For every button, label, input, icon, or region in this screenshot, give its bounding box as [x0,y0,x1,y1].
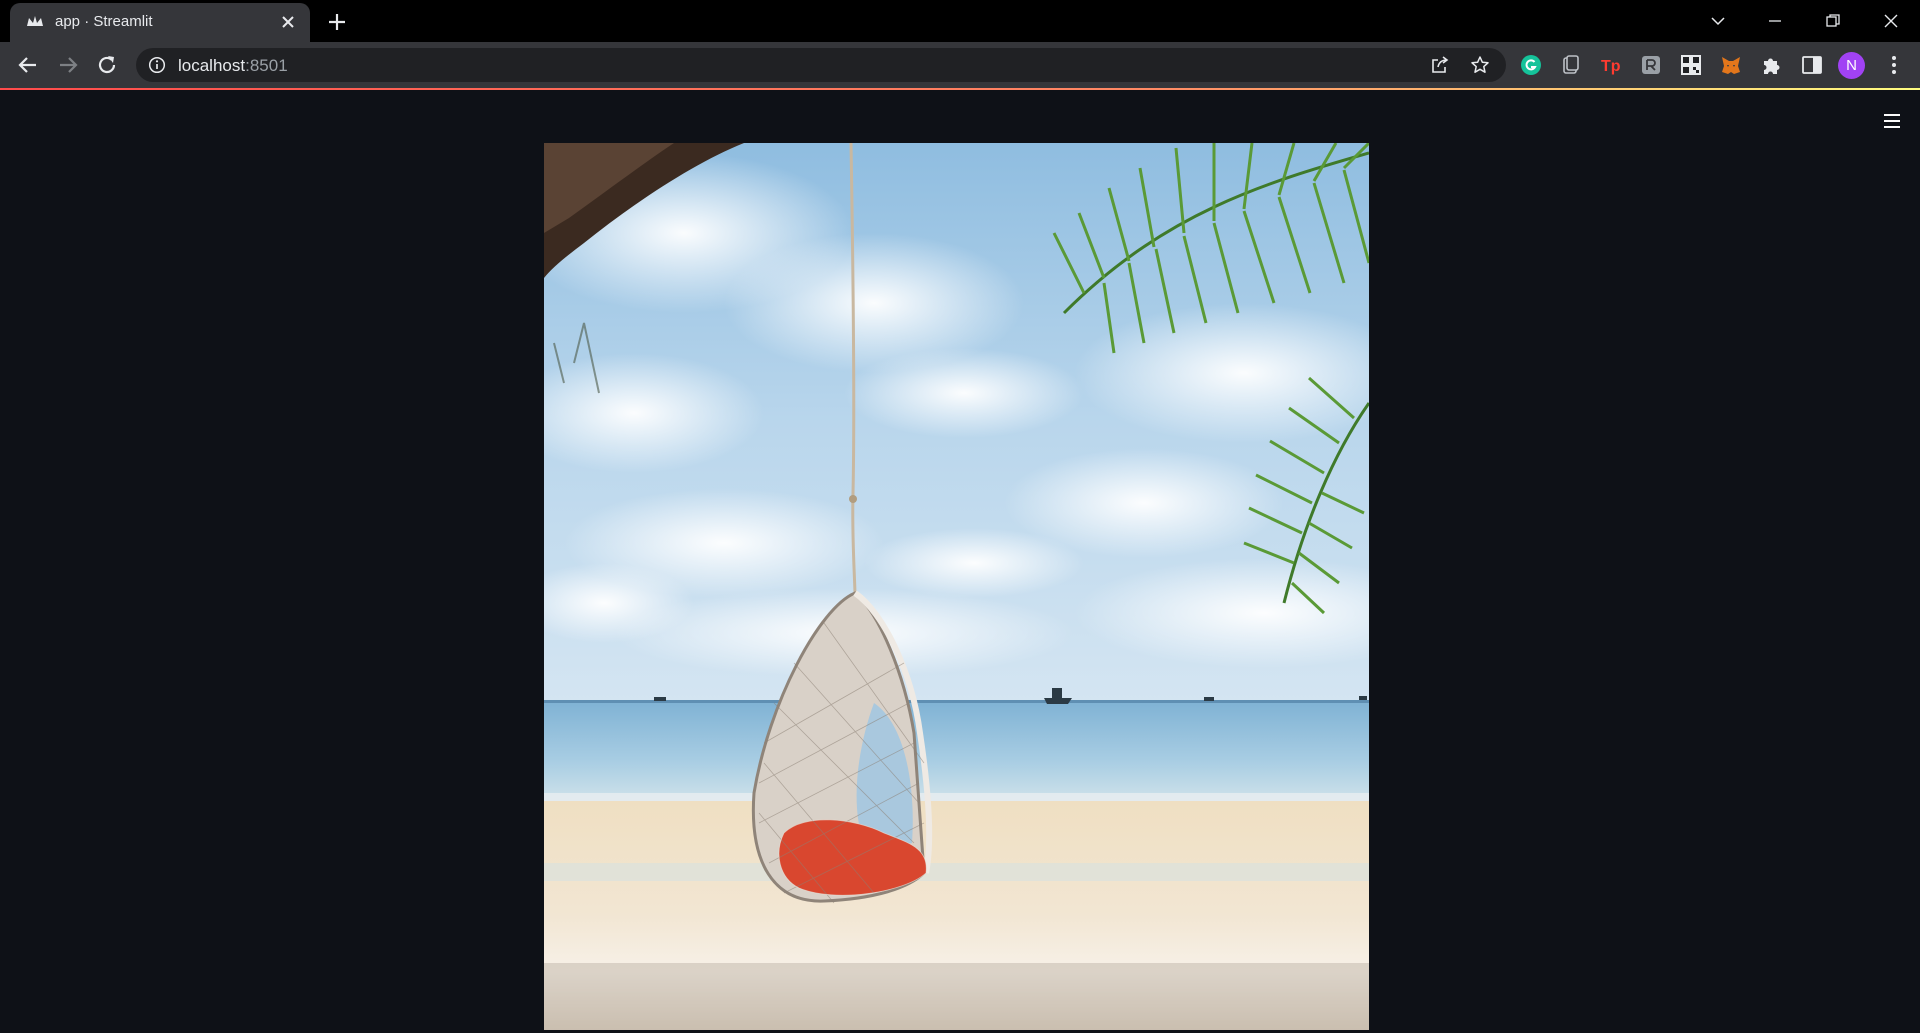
plus-icon[interactable] [324,9,350,35]
qr-code-icon[interactable] [1679,53,1703,77]
metamask-icon[interactable] [1719,53,1743,77]
star-icon[interactable] [1470,55,1490,75]
minimize-icon [1769,20,1781,22]
info-icon[interactable] [148,56,166,74]
reload-icon[interactable] [93,51,121,79]
arrow-left-icon[interactable] [14,51,42,79]
close-window-button[interactable] [1868,6,1914,36]
tp-icon[interactable]: Tp [1599,53,1623,77]
url-text: localhost:8501 [178,56,288,76]
reader-icon[interactable] [1639,53,1663,77]
streamlit-crown-icon [27,16,43,26]
minimize-button[interactable] [1752,6,1798,36]
arrow-right-icon[interactable] [54,51,82,79]
share-icon[interactable] [1430,55,1450,75]
close-icon [1884,14,1898,28]
beach-swing-image [544,143,1369,1030]
avatar[interactable]: N [1838,52,1865,79]
vertical-dots-icon[interactable] [1882,53,1906,77]
browser-tab[interactable]: app · Streamlit [10,3,310,42]
side-panel-icon[interactable] [1800,53,1824,77]
tab-title: app · Streamlit [55,13,153,30]
tab-search-button[interactable] [1695,6,1741,36]
chevron-down-icon [1711,17,1725,26]
address-bar[interactable]: localhost:8501 [136,48,1506,82]
close-icon[interactable] [278,12,298,32]
restore-button[interactable] [1810,6,1856,36]
browser-toolbar: localhost:8501 Tp N [0,42,1920,88]
puzzle-icon[interactable] [1760,53,1784,77]
streamlit-app [0,90,1920,1033]
url-port: :8501 [245,56,288,75]
clipboard-icon[interactable] [1559,53,1583,77]
restore-icon [1826,14,1840,27]
grammarly-icon[interactable] [1519,53,1543,77]
url-host: localhost [178,56,246,75]
hamburger-menu-icon[interactable] [1881,110,1903,132]
svg-text:Tp: Tp [1601,58,1621,75]
browser-tab-strip: app · Streamlit [0,0,1920,42]
